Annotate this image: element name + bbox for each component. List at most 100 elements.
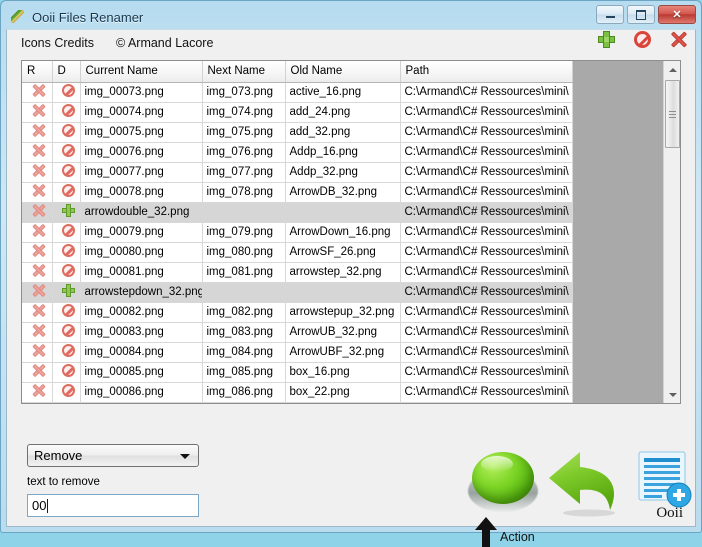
remove-row-icon[interactable] — [32, 284, 45, 297]
table-row[interactable]: arrowstepdown_32.png C:\Armand\C# Ressour… — [22, 282, 663, 303]
disable-row-icon[interactable] — [61, 344, 75, 357]
cell-r[interactable] — [22, 322, 53, 343]
cell-next-name[interactable]: img_085.png — [202, 362, 286, 383]
cell-path[interactable]: C:\Armand\C# Ressources\mini\ — [400, 362, 573, 383]
disable-row-icon[interactable] — [61, 104, 75, 117]
disable-row-icon[interactable] — [61, 244, 75, 257]
col-header-d[interactable]: D — [52, 61, 81, 83]
remove-row-icon[interactable] — [32, 344, 45, 357]
cell-d[interactable] — [52, 102, 81, 123]
table-row[interactable]: img_00083.png img_083.png ArrowUB_32.png C:… — [22, 322, 663, 343]
cell-old-name[interactable]: add_32.png — [285, 122, 401, 143]
cell-current-name[interactable]: img_00081.png — [80, 262, 203, 283]
cell-current-name[interactable]: img_00080.png — [80, 242, 203, 263]
remove-row-icon[interactable] — [32, 124, 45, 137]
remove-row-icon[interactable] — [32, 104, 45, 117]
cell-current-name[interactable]: img_00082.png — [80, 302, 203, 323]
cell-r[interactable] — [22, 102, 53, 123]
cell-path[interactable]: C:\Armand\C# Ressources\mini\ — [400, 122, 573, 143]
remove-row-icon[interactable] — [32, 224, 45, 237]
col-header-current[interactable]: Current Name — [80, 61, 203, 83]
cell-r[interactable] — [22, 82, 53, 103]
cell-d[interactable] — [52, 282, 81, 303]
cell-r[interactable] — [22, 222, 53, 243]
table-row[interactable]: img_00078.png img_078.png ArrowDB_32.png C:… — [22, 182, 663, 203]
remove-row-icon[interactable] — [32, 244, 45, 257]
cell-r[interactable] — [22, 282, 53, 303]
cell-d[interactable] — [52, 382, 81, 403]
cell-current-name[interactable]: img_00078.png — [80, 182, 203, 203]
table-row[interactable]: img_00084.png img_084.png ArrowUBF_32.png C… — [22, 342, 663, 363]
cell-d[interactable] — [52, 162, 81, 183]
disable-row-icon[interactable] — [61, 164, 75, 177]
cell-current-name[interactable]: arrowdouble_32.png — [80, 202, 203, 223]
disable-icon[interactable] — [634, 31, 651, 48]
cell-old-name[interactable]: box_22.png — [285, 382, 401, 403]
add-files-button[interactable] — [637, 450, 693, 512]
remove-icon[interactable] — [670, 31, 687, 48]
cell-current-name[interactable]: img_00073.png — [80, 82, 203, 103]
cell-next-name[interactable]: img_079.png — [202, 222, 286, 243]
cell-next-name[interactable]: img_080.png — [202, 242, 286, 263]
scroll-down-button[interactable] — [664, 386, 680, 403]
disable-row-icon[interactable] — [61, 144, 75, 157]
cell-r[interactable] — [22, 202, 53, 223]
cell-next-name[interactable] — [202, 202, 286, 223]
cell-path[interactable]: C:\Armand\C# Ressources\mini\ — [400, 162, 573, 183]
close-button[interactable]: ✕ — [658, 5, 696, 24]
cell-path[interactable]: C:\Armand\C# Ressources\mini\ — [400, 242, 573, 263]
disable-row-icon[interactable] — [61, 384, 75, 397]
cell-d[interactable] — [52, 242, 81, 263]
disable-row-icon[interactable] — [61, 224, 75, 237]
cell-old-name[interactable]: Addp_32.png — [285, 162, 401, 183]
cell-current-name[interactable]: img_00083.png — [80, 322, 203, 343]
table-row[interactable]: arrowdouble_32.png C:\Armand\C# Ressource… — [22, 202, 663, 223]
text-to-remove-input[interactable]: 00 — [27, 494, 199, 517]
remove-row-icon[interactable] — [32, 304, 45, 317]
scrollbar-thumb[interactable] — [665, 80, 680, 148]
table-row[interactable]: img_00079.png img_079.png ArrowDown_16.png… — [22, 222, 663, 243]
cell-current-name[interactable]: img_00085.png — [80, 362, 203, 383]
cell-d[interactable] — [52, 342, 81, 363]
cell-current-name[interactable]: img_00084.png — [80, 342, 203, 363]
add-row-icon[interactable] — [61, 204, 75, 217]
cell-path[interactable]: C:\Armand\C# Ressources\mini\ — [400, 382, 573, 403]
cell-old-name[interactable]: arrowstepup_32.png — [285, 302, 401, 323]
cell-current-name[interactable]: img_00076.png — [80, 142, 203, 163]
remove-row-icon[interactable] — [32, 144, 45, 157]
cell-path[interactable]: C:\Armand\C# Ressources\mini\ — [400, 262, 573, 283]
add-row-icon[interactable] — [61, 284, 75, 297]
cell-old-name[interactable]: add_24.png — [285, 102, 401, 123]
remove-row-icon[interactable] — [32, 364, 45, 377]
remove-row-icon[interactable] — [32, 84, 45, 97]
cell-current-name[interactable]: img_00079.png — [80, 222, 203, 243]
disable-row-icon[interactable] — [61, 84, 75, 97]
cell-path[interactable]: C:\Armand\C# Ressources\mini\ — [400, 222, 573, 243]
menu-item-icons-credits[interactable]: Icons Credits — [21, 36, 94, 50]
cell-next-name[interactable]: img_077.png — [202, 162, 286, 183]
minimize-button[interactable] — [596, 5, 624, 24]
cell-old-name[interactable]: ArrowUBF_32.png — [285, 342, 401, 363]
cell-path[interactable]: C:\Armand\C# Ressources\mini\ — [400, 302, 573, 323]
cell-next-name[interactable]: img_081.png — [202, 262, 286, 283]
remove-row-icon[interactable] — [32, 204, 45, 217]
cell-r[interactable] — [22, 242, 53, 263]
cell-d[interactable] — [52, 262, 81, 283]
cell-old-name[interactable] — [285, 282, 401, 303]
cell-next-name[interactable]: img_086.png — [202, 382, 286, 403]
cell-old-name[interactable]: ArrowSF_26.png — [285, 242, 401, 263]
cell-d[interactable] — [52, 202, 81, 223]
operation-select[interactable]: Remove — [27, 444, 199, 467]
cell-current-name[interactable]: img_00077.png — [80, 162, 203, 183]
disable-row-icon[interactable] — [61, 184, 75, 197]
table-row[interactable]: img_00085.png img_085.png box_16.png C:\Arm… — [22, 362, 663, 383]
run-button[interactable] — [468, 448, 538, 518]
disable-row-icon[interactable] — [61, 324, 75, 337]
cell-d[interactable] — [52, 122, 81, 143]
table-row[interactable]: img_00081.png img_081.png arrowstep_32.png… — [22, 262, 663, 283]
cell-d[interactable] — [52, 82, 81, 103]
cell-next-name[interactable]: img_073.png — [202, 82, 286, 103]
cell-next-name[interactable]: img_076.png — [202, 142, 286, 163]
cell-r[interactable] — [22, 122, 53, 143]
cell-r[interactable] — [22, 182, 53, 203]
